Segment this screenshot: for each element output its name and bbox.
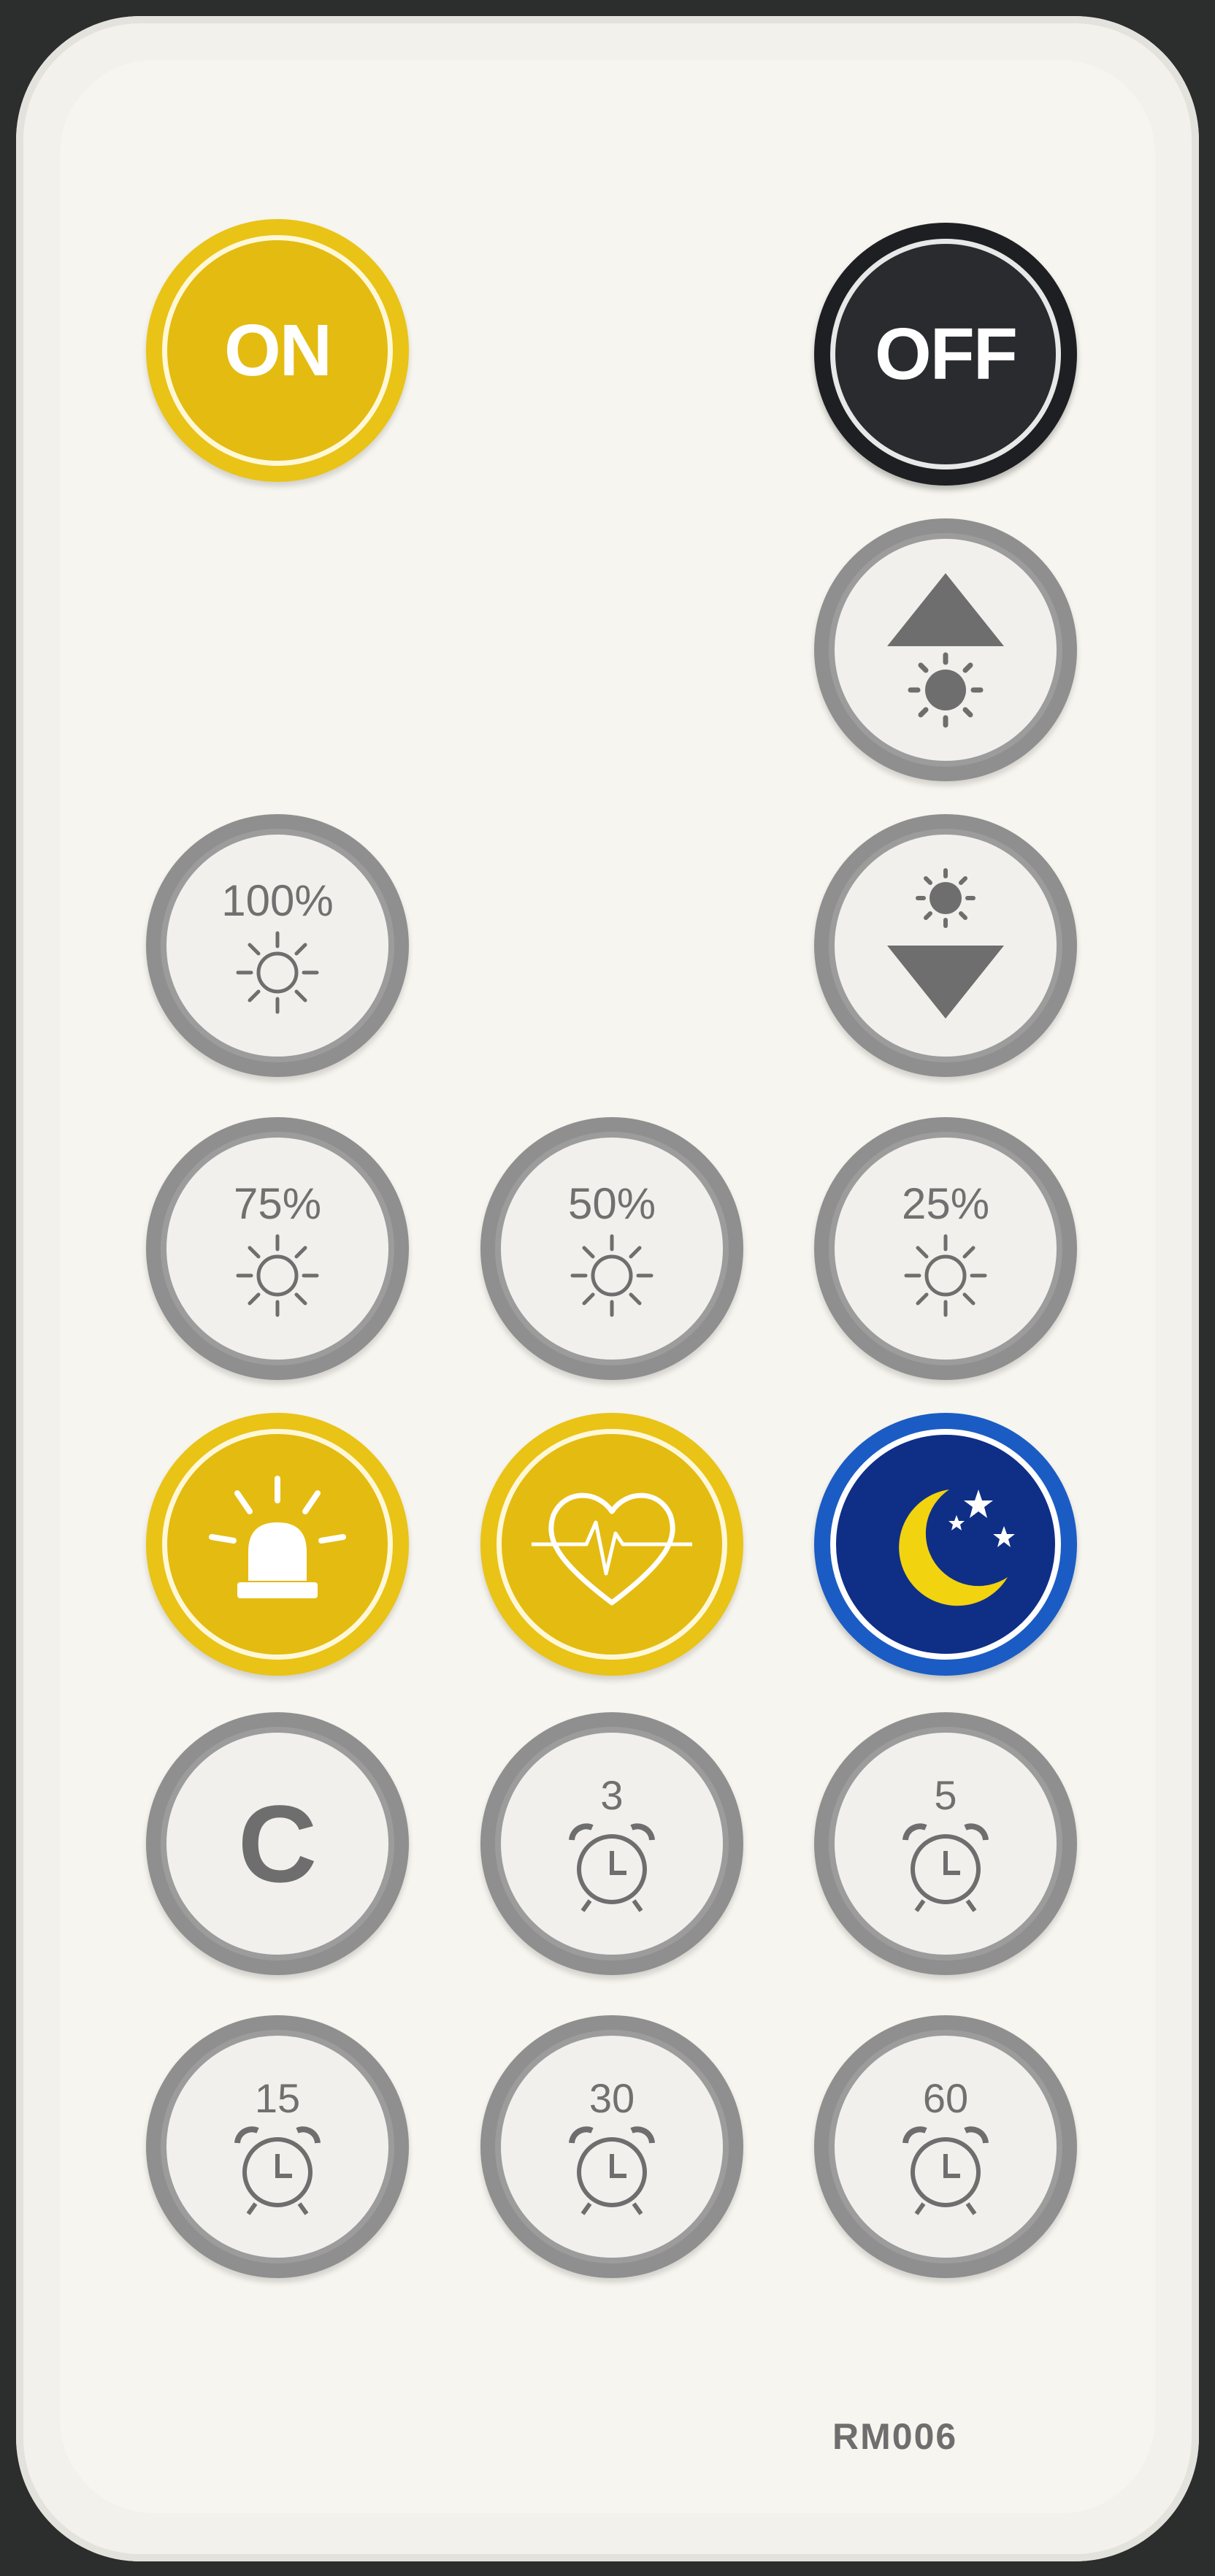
alarm-clock-icon (902, 2125, 989, 2215)
brightness-up-button[interactable] (814, 518, 1077, 781)
timer-60-button[interactable]: 60 (814, 2015, 1077, 2278)
siren-icon (209, 1476, 346, 1598)
heartbeat-button[interactable] (480, 1413, 743, 1676)
on-button[interactable]: ON (146, 219, 409, 482)
alarm-button[interactable] (146, 1413, 409, 1676)
brightness-75-button[interactable]: 75% (146, 1117, 409, 1380)
alarm-clock-icon (569, 2125, 655, 2215)
timer-3-button[interactable]: 3 (480, 1712, 743, 1975)
cancel-label: C (237, 1782, 318, 1905)
off-label: OFF (875, 313, 1018, 395)
sun-icon (570, 1234, 654, 1316)
on-label: ON (224, 309, 332, 391)
off-button[interactable]: OFF (814, 223, 1077, 486)
brightness-up-icon (887, 573, 1004, 728)
brightness-25-label: 25% (901, 1178, 990, 1228)
night-mode-button[interactable] (814, 1413, 1077, 1676)
timer-15-label: 15 (254, 2074, 301, 2121)
brightness-50-label: 50% (567, 1178, 656, 1228)
timer-15-button[interactable]: 15 (146, 2015, 409, 2278)
brightness-down-button[interactable] (814, 814, 1077, 1077)
sun-icon (236, 931, 319, 1013)
sun-icon (236, 1234, 319, 1316)
alarm-clock-icon (902, 1822, 989, 1912)
timer-5-label: 5 (934, 1771, 957, 1818)
cancel-timer-button[interactable]: C (146, 1712, 409, 1975)
timer-5-button[interactable]: 5 (814, 1712, 1077, 1975)
alarm-clock-icon (234, 2125, 321, 2215)
brightness-75-label: 75% (233, 1178, 322, 1228)
brightness-100-button[interactable]: 100% (146, 814, 409, 1077)
brightness-50-button[interactable]: 50% (480, 1117, 743, 1380)
timer-30-button[interactable]: 30 (480, 2015, 743, 2278)
timer-3-label: 3 (600, 1771, 624, 1818)
sun-icon (904, 1234, 987, 1316)
timer-60-label: 60 (922, 2074, 969, 2121)
brightness-down-icon (887, 868, 1004, 1019)
model-number: RM006 (832, 2416, 958, 2457)
brightness-100-label: 100% (221, 875, 334, 925)
alarm-clock-icon (569, 1822, 655, 1912)
timer-30-label: 30 (589, 2074, 635, 2121)
heartbeat-icon (532, 1492, 692, 1606)
moon-stars-icon (899, 1490, 1015, 1606)
brightness-25-button[interactable]: 25% (814, 1117, 1077, 1380)
